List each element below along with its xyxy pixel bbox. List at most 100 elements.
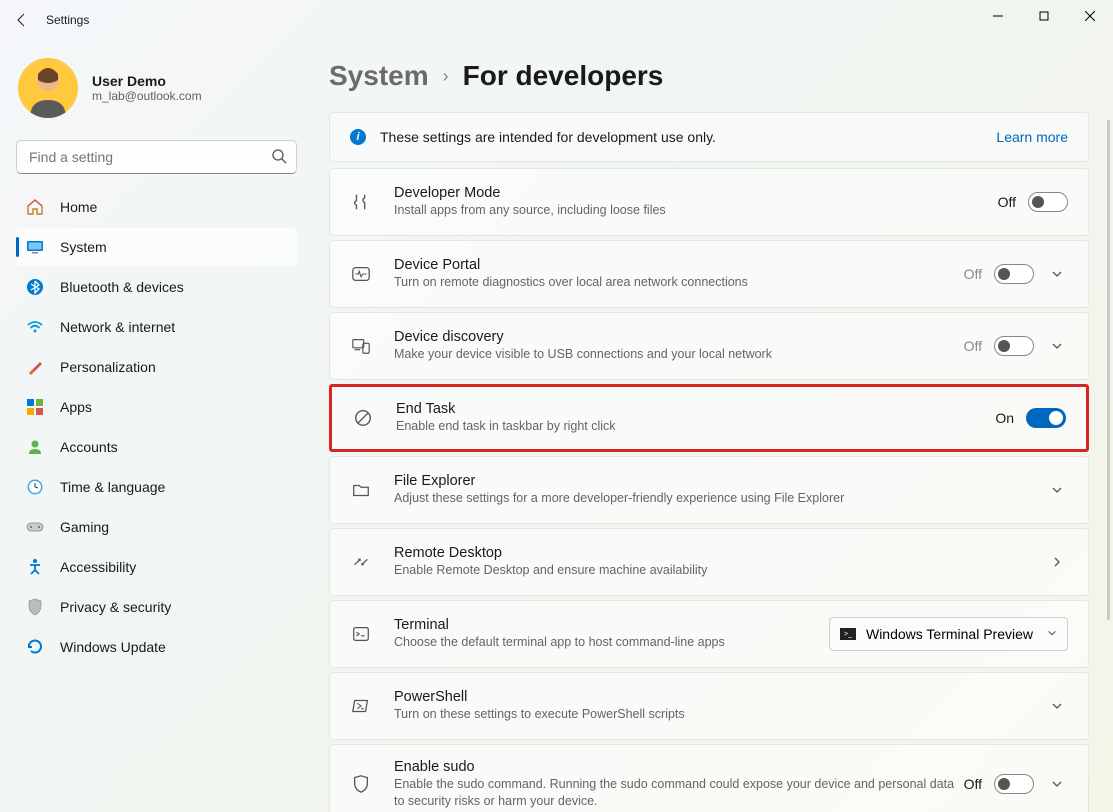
toggle-label: Off [964, 266, 982, 282]
card-developer-mode[interactable]: Developer Mode Install apps from any sou… [329, 168, 1089, 236]
brush-icon [26, 358, 44, 376]
nav-network[interactable]: Network & internet [16, 308, 297, 346]
breadcrumb-parent[interactable]: System [329, 60, 429, 92]
sidebar: User Demo m_lab@outlook.com Home System … [0, 40, 305, 812]
card-desc: Install apps from any source, including … [394, 202, 998, 219]
wrench-icon [350, 191, 372, 213]
chevron-down-icon[interactable] [1046, 479, 1068, 501]
card-title: Developer Mode [394, 185, 998, 201]
nav-privacy[interactable]: Privacy & security [16, 588, 297, 626]
nav: Home System Bluetooth & devices Network … [16, 188, 305, 666]
window-controls [975, 0, 1113, 32]
nav-apps[interactable]: Apps [16, 388, 297, 426]
shield-outline-icon [350, 773, 372, 795]
search-input[interactable] [16, 140, 297, 174]
breadcrumb: System › For developers [329, 60, 1089, 92]
nav-label: Apps [60, 399, 92, 415]
maximize-button[interactable] [1021, 0, 1067, 32]
nav-label: Accessibility [60, 559, 136, 575]
nav-label: Gaming [60, 519, 109, 535]
powershell-icon [350, 695, 372, 717]
toggle-end-task[interactable] [1026, 408, 1066, 428]
card-file-explorer[interactable]: File Explorer Adjust these settings for … [329, 456, 1089, 524]
nav-home[interactable]: Home [16, 188, 297, 226]
card-end-task[interactable]: End Task Enable end task in taskbar by r… [329, 384, 1089, 452]
shield-icon [26, 598, 44, 616]
user-profile[interactable]: User Demo m_lab@outlook.com [16, 50, 305, 134]
minimize-button[interactable] [975, 0, 1021, 32]
terminal-app-icon: >_ [840, 628, 856, 640]
apps-icon [26, 398, 44, 416]
dropdown-value: Windows Terminal Preview [866, 626, 1033, 642]
toggle-enable-sudo[interactable] [994, 774, 1034, 794]
card-title: PowerShell [394, 689, 1046, 705]
home-icon [26, 198, 44, 216]
system-icon [26, 238, 44, 256]
card-desc: Make your device visible to USB connecti… [394, 346, 964, 363]
toggle-device-discovery[interactable] [994, 336, 1034, 356]
card-device-portal[interactable]: Device Portal Turn on remote diagnostics… [329, 240, 1089, 308]
search-icon[interactable] [271, 148, 289, 166]
card-desc: Enable Remote Desktop and ensure machine… [394, 562, 1046, 579]
card-remote-desktop[interactable]: Remote Desktop Enable Remote Desktop and… [329, 528, 1089, 596]
nav-label: Accounts [60, 439, 118, 455]
chevron-down-icon[interactable] [1046, 335, 1068, 357]
card-desc: Choose the default terminal app to host … [394, 634, 829, 651]
terminal-dropdown[interactable]: >_ Windows Terminal Preview [829, 617, 1068, 651]
nav-accounts[interactable]: Accounts [16, 428, 297, 466]
toggle-label: Off [964, 776, 982, 792]
scrollbar[interactable] [1107, 120, 1110, 620]
chevron-down-icon [1047, 625, 1057, 643]
card-title: File Explorer [394, 473, 1046, 489]
wifi-icon [26, 318, 44, 336]
nav-time[interactable]: Time & language [16, 468, 297, 506]
chevron-right-icon[interactable] [1046, 551, 1068, 573]
chevron-right-icon: › [443, 66, 449, 87]
nav-system[interactable]: System [16, 228, 297, 266]
card-desc: Enable the sudo command. Running the sud… [394, 776, 964, 810]
card-title: Enable sudo [394, 759, 964, 775]
gamepad-icon [26, 518, 44, 536]
card-powershell[interactable]: PowerShell Turn on these settings to exe… [329, 672, 1089, 740]
nav-label: Network & internet [60, 319, 175, 335]
folder-icon [350, 479, 372, 501]
back-button[interactable] [12, 10, 32, 30]
clock-icon [26, 478, 44, 496]
terminal-icon [350, 623, 372, 645]
nav-gaming[interactable]: Gaming [16, 508, 297, 546]
toggle-device-portal[interactable] [994, 264, 1034, 284]
nav-personalization[interactable]: Personalization [16, 348, 297, 386]
info-icon: i [350, 129, 366, 145]
close-button[interactable] [1067, 0, 1113, 32]
info-text: These settings are intended for developm… [380, 129, 996, 145]
update-icon [26, 638, 44, 656]
chevron-down-icon[interactable] [1046, 695, 1068, 717]
heartbeat-icon [350, 263, 372, 285]
card-title: Terminal [394, 617, 829, 633]
toggle-label: Off [998, 194, 1016, 210]
card-device-discovery[interactable]: Device discovery Make your device visibl… [329, 312, 1089, 380]
chevron-down-icon[interactable] [1046, 263, 1068, 285]
toggle-developer-mode[interactable] [1028, 192, 1068, 212]
nav-label: Time & language [60, 479, 165, 495]
nav-label: Bluetooth & devices [60, 279, 184, 295]
card-terminal[interactable]: Terminal Choose the default terminal app… [329, 600, 1089, 668]
card-enable-sudo[interactable]: Enable sudo Enable the sudo command. Run… [329, 744, 1089, 812]
card-desc: Adjust these settings for a more develop… [394, 490, 1046, 507]
nav-label: Privacy & security [60, 599, 171, 615]
info-banner: i These settings are intended for develo… [329, 112, 1089, 162]
nav-bluetooth[interactable]: Bluetooth & devices [16, 268, 297, 306]
nav-label: Windows Update [60, 639, 166, 655]
remote-icon [350, 551, 372, 573]
nav-accessibility[interactable]: Accessibility [16, 548, 297, 586]
nav-label: Home [60, 199, 97, 215]
learn-more-link[interactable]: Learn more [996, 129, 1068, 145]
prohibit-icon [352, 407, 374, 429]
chevron-down-icon[interactable] [1046, 773, 1068, 795]
nav-label: System [60, 239, 107, 255]
main-content: System › For developers i These settings… [305, 40, 1113, 812]
window-title: Settings [46, 13, 89, 27]
toggle-label: On [995, 410, 1014, 426]
user-name: User Demo [92, 73, 202, 89]
nav-update[interactable]: Windows Update [16, 628, 297, 666]
